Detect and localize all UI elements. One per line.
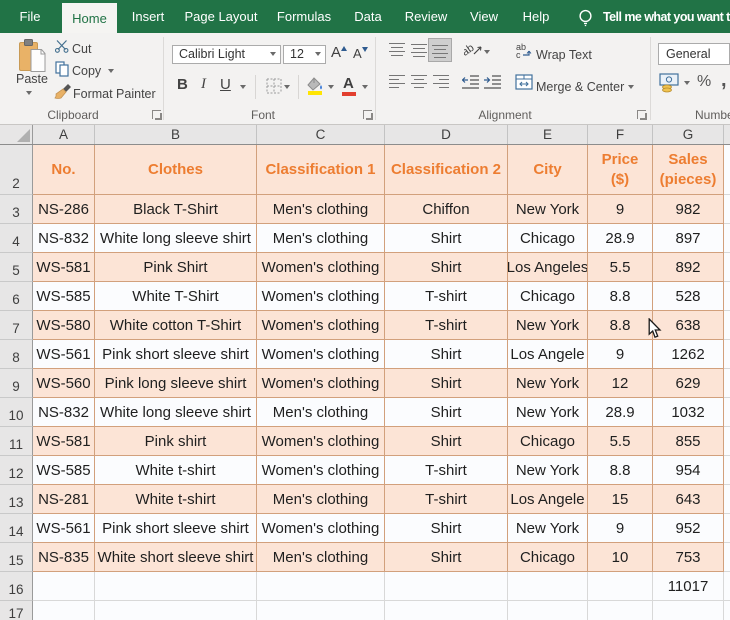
svg-text:ab: ab — [464, 42, 476, 58]
svg-text:c: c — [516, 50, 521, 59]
